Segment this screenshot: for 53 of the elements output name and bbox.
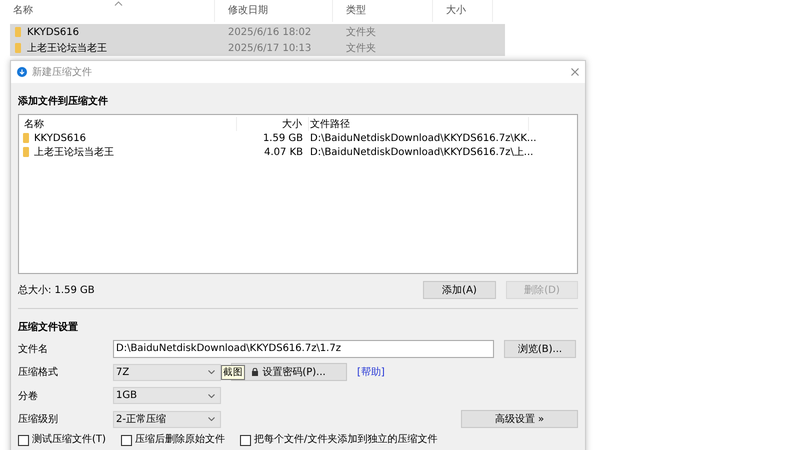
file-type: 文件夹 <box>346 27 376 38</box>
app-icon <box>17 67 27 77</box>
modified-date: 2025/6/16 18:02 <box>228 26 312 38</box>
dropdown[interactable]: 2-正常压缩 <box>113 410 221 428</box>
file-size: 4.07 KB <box>264 146 303 158</box>
file-type: 文件夹 <box>346 43 376 54</box>
advanced-button[interactable]: 高级设置 » <box>461 410 578 428</box>
column-header[interactable]: 名称 <box>0 0 215 22</box>
help-link[interactable]: [帮助] <box>357 365 385 380</box>
checkbox[interactable] <box>120 434 132 446</box>
column-header[interactable]: 大小 <box>433 0 493 22</box>
add-button[interactable]: 添加(A) <box>423 281 496 299</box>
file-path: D:\BaiduNetdiskDownload\KKYDS616.7z\KK... <box>310 132 536 144</box>
lock-icon <box>252 368 258 376</box>
file-path: D:\BaiduNetdiskDownload\KKYDS616.7z\上... <box>310 147 534 158</box>
checkbox[interactable] <box>18 434 29 446</box>
chevron-down-icon <box>208 370 215 374</box>
dropdown[interactable]: 7Z <box>113 364 221 381</box>
option-checkbox[interactable]: 把每个文件/文件夹添加到独立的压缩文件 <box>240 434 438 446</box>
file-size: 1.59 GB <box>262 132 303 144</box>
field-label: 文件名 <box>18 342 49 356</box>
file-name: KKYDS616 <box>34 132 86 144</box>
file-name: KKYDS616 <box>27 26 80 38</box>
option-checkbox[interactable]: 测试压缩文件(T) <box>18 434 106 446</box>
filename-field[interactable]: D:\BaiduNetdiskDownload\KKYDS616.7z\1.7z <box>113 340 494 358</box>
close-icon[interactable] <box>571 68 579 76</box>
checkbox[interactable] <box>240 434 251 446</box>
column-header[interactable]: 修改日期 <box>215 0 333 22</box>
list-row[interactable]: 上老王论坛当老王 4.07 KB D:\BaiduNetdiskDownload\KKYDS616.7z\上... <box>19 145 577 159</box>
column-header[interactable]: 类型 <box>333 0 433 22</box>
modified-date: 2025/6/17 10:13 <box>228 42 312 54</box>
option-checkbox[interactable]: 压缩后删除原始文件 <box>120 434 225 446</box>
file-name: 上老王论坛当老王 <box>34 146 114 159</box>
section-heading: 压缩文件设置 <box>18 320 79 334</box>
sort-icon <box>114 1 123 6</box>
total-size: 总大小: 1.59 GB <box>18 284 95 297</box>
file-row[interactable]: KKYDS616 2025/6/16 18:02 文件夹 <box>10 24 505 40</box>
browse-button[interactable]: 浏览(B)... <box>504 340 576 358</box>
column-header[interactable]: 名称 <box>19 117 237 131</box>
section-heading: 添加文件到压缩文件 <box>18 94 109 108</box>
file-name: 上老王论坛当老王 <box>27 42 107 55</box>
tooltip: 截图 <box>221 364 245 380</box>
chevron-down-icon <box>208 417 215 422</box>
file-row[interactable]: 上老王论坛当老王 2025/6/17 10:13 文件夹 <box>10 40 505 56</box>
column-header[interactable]: 文件路径 <box>309 117 529 131</box>
dropdown[interactable]: 1GB <box>113 387 221 404</box>
field-label: 分卷 <box>18 390 39 403</box>
chevron-down-icon <box>208 394 215 398</box>
list-row[interactable]: KKYDS616 1.59 GB D:\BaiduNetdiskDownload\KKYDS616.7z\KK... <box>19 131 577 145</box>
field-label: 压缩级别 <box>18 412 59 426</box>
column-header[interactable]: 大小 <box>237 117 309 131</box>
field-label: 压缩格式 <box>18 366 59 380</box>
window-title: 新建压缩文件 <box>32 66 92 79</box>
